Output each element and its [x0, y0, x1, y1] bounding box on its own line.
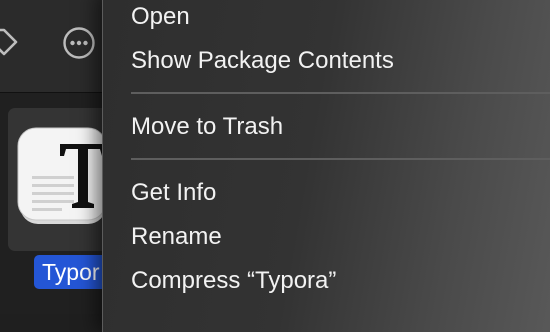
context-menu: Open Show Package Contents Move to Trash… [102, 0, 550, 332]
menu-item-get-info[interactable]: Get Info [131, 175, 216, 211]
typora-app-icon[interactable] [14, 120, 114, 228]
menu-item-move-to-trash[interactable]: Move to Trash [131, 109, 283, 145]
menu-separator [131, 92, 550, 94]
menu-separator [131, 158, 550, 160]
menu-item-open[interactable]: Open [131, 0, 190, 35]
finder-toolbar [0, 0, 110, 93]
ellipsis-circle-icon[interactable] [62, 26, 96, 60]
menu-item-show-package-contents[interactable]: Show Package Contents [131, 43, 394, 79]
tag-icon[interactable] [0, 24, 20, 58]
menu-item-rename[interactable]: Rename [131, 219, 222, 255]
file-name-label[interactable]: Typor [34, 255, 108, 289]
menu-item-compress[interactable]: Compress “Typora” [131, 263, 336, 299]
